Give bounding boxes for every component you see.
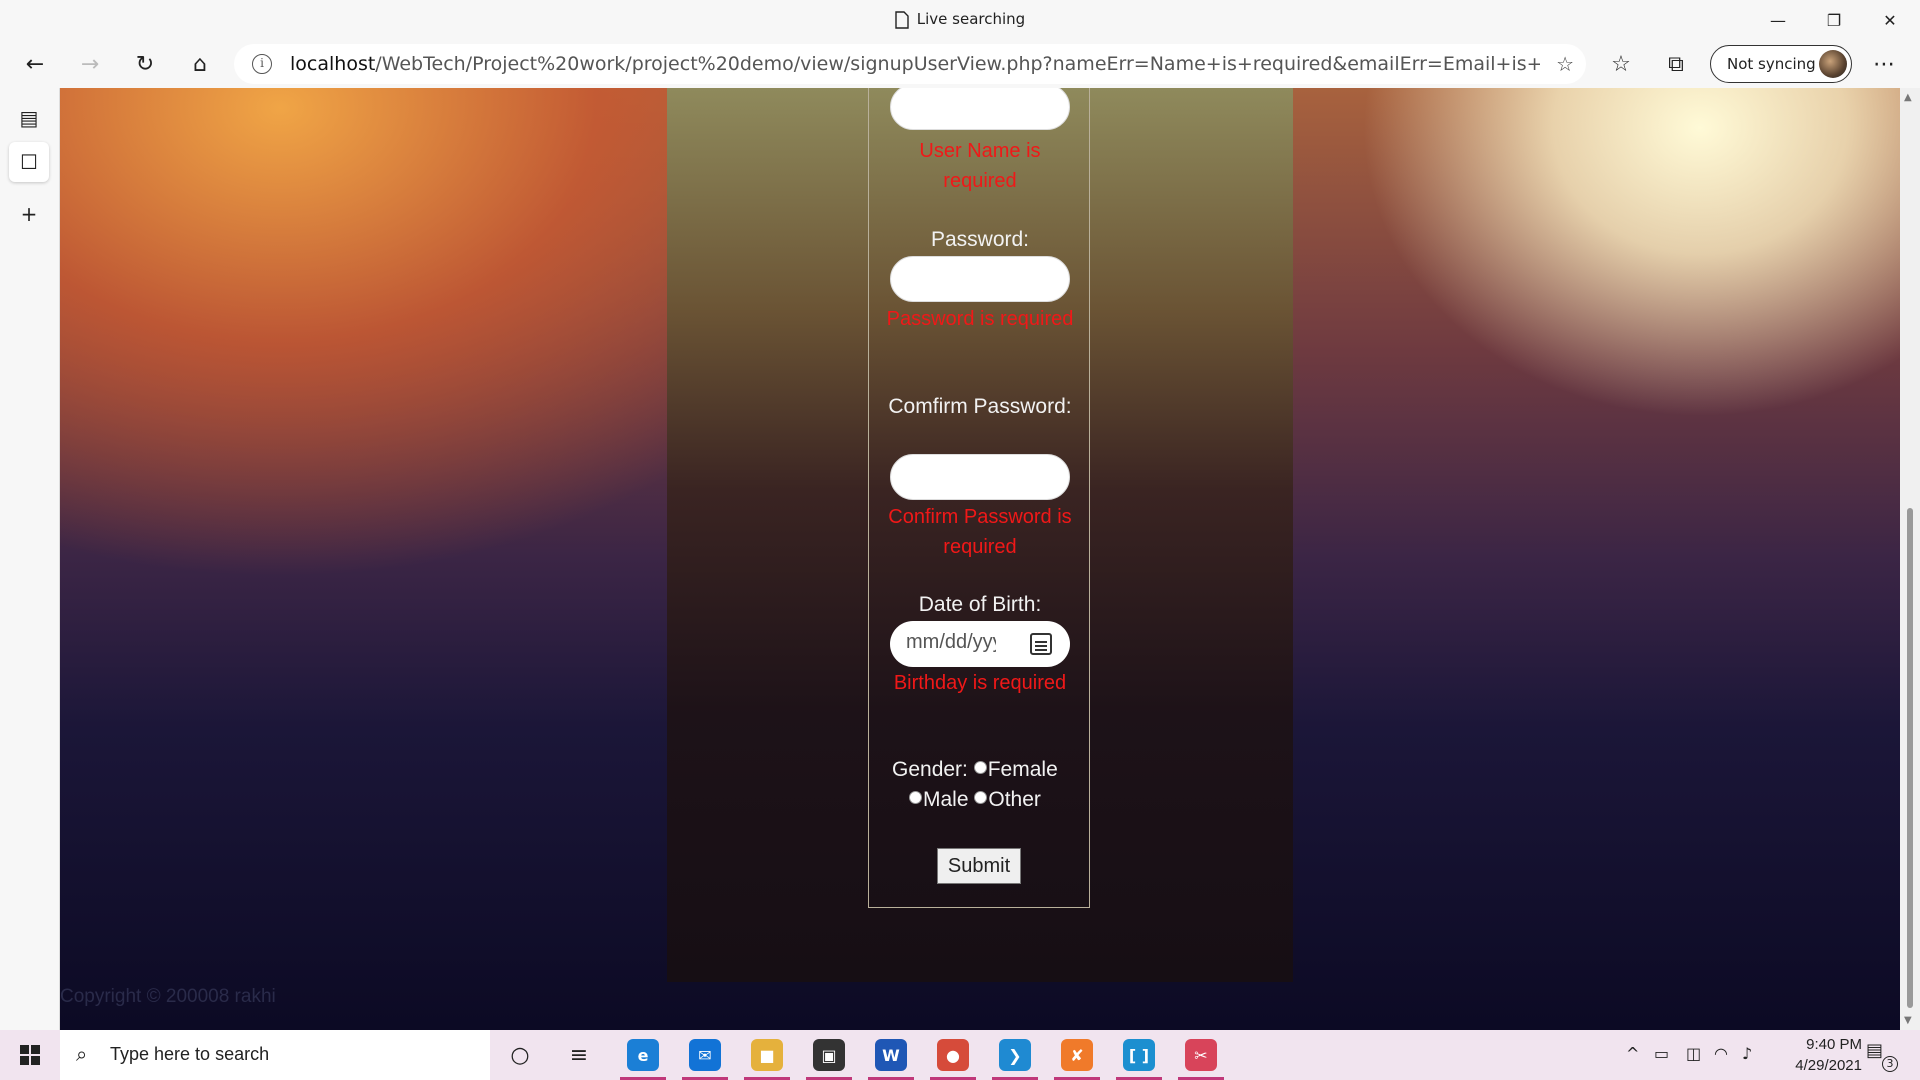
address-bar[interactable]: i localhost/WebTech/Project%20work/proje… [234,44,1586,84]
gender-option-other: Other [988,788,1041,811]
radio-other[interactable] [974,791,988,804]
window-title-text: Live searching [916,10,1026,28]
chrome-icon: ● [937,1039,969,1071]
minimize-button[interactable]: — [1750,0,1806,40]
snip-icon: ✂ [1185,1039,1217,1071]
search-icon: ⌕ [76,1042,88,1066]
wifi-icon[interactable]: ◠ [1714,1044,1728,1063]
dob-input[interactable]: mm/dd/yyyy [890,621,1070,667]
xampp-icon: ✘ [1061,1039,1093,1071]
store-icon: ▣ [813,1039,845,1071]
taskbar-app-snip[interactable]: ✂ [1178,1034,1224,1080]
radio-female[interactable] [973,761,987,774]
gender-row-2: Male Other [909,788,1041,812]
taskbar-app-xampp[interactable]: ✘ [1054,1034,1100,1080]
word-icon: W [875,1039,907,1071]
page-viewport: User Name is required Password: Password… [60,88,1900,1030]
taskbar-app-word[interactable]: W [868,1034,914,1080]
clock-date: 4/29/2021 [1795,1057,1862,1074]
taskbar-app-mail[interactable]: ✉ [682,1034,728,1080]
sync-label: Not syncing [1727,55,1816,73]
window-title: Live searching [0,10,1920,29]
volume-icon[interactable]: ♪ [1742,1044,1752,1063]
copyright-footer: Copyright © 200008 rakhi [60,986,276,1007]
windows-logo-icon [20,1045,29,1054]
tray-chevron-icon[interactable]: ^ [1626,1044,1639,1063]
avatar [1819,50,1847,78]
profile-sync-button[interactable]: Not syncing [1710,45,1852,83]
tab-actions-icon[interactable]: ▤ [9,98,49,138]
confirm-password-input[interactable] [890,454,1070,500]
close-button[interactable]: ✕ [1862,0,1918,40]
vscode-icon: ❯ [999,1039,1031,1071]
home-button[interactable]: ⌂ [180,44,220,84]
taskbar-app-edge[interactable]: e [620,1034,666,1080]
edge-icon: e [627,1039,659,1071]
url-host: localhost [290,53,376,75]
meet-now-icon[interactable]: ◫ [1686,1044,1701,1063]
url-path: /WebTech/Project%20work/project%20demo/v… [375,53,1540,75]
more-menu-button[interactable]: ⋯ [1864,44,1904,84]
windows-logo-part [20,1056,29,1065]
page-scrollbar[interactable]: ▲ ▼ [1900,88,1920,1030]
confirm-password-label: Comfirm Password: [888,395,1072,418]
navigation-bar: ← → ↻ ⌂ i localhost/WebTech/Project%20wo… [0,40,1920,88]
scroll-down-icon[interactable]: ▼ [1904,1015,1912,1026]
taskbar: ⌕ Type here to search ○ ≡ e ✉ ■ ▣ W ● ❯ ✘ [ ] ✂ ^… [0,1030,1920,1080]
taskbar-app-app-bracket[interactable]: [ ] [1116,1034,1162,1080]
restore-button[interactable]: ❐ [1806,0,1862,40]
confirm-password-error: Confirm Password is required [888,506,1072,558]
windows-logo-part [31,1056,40,1065]
page-icon [895,10,909,29]
title-bar: Live searching — ❐ ✕ [0,0,1920,40]
calendar-icon[interactable] [1030,633,1052,655]
password-error: Password is required [886,308,1074,330]
gender-label: Gender: [892,758,968,781]
taskbar-app-vscode[interactable]: ❯ [992,1034,1038,1080]
favorites-button[interactable]: ☆ [1601,44,1641,84]
username-error: User Name is required [919,140,1041,192]
start-button[interactable] [10,1040,50,1070]
vertical-tabs-sidebar: ▤ ☐ + [0,88,60,1030]
clock[interactable]: 9:40 PM 4/29/2021 [1762,1034,1862,1076]
password-input[interactable] [890,256,1070,302]
gender-row-1: Gender: Female [892,758,1058,782]
back-button[interactable]: ← [15,44,55,84]
gender-option-female: Female [987,758,1058,781]
info-icon[interactable]: i [252,54,272,74]
clock-time: 9:40 PM [1806,1036,1862,1053]
battery-icon[interactable]: ▭ [1654,1044,1669,1063]
add-favorite-icon[interactable]: ☆ [1556,52,1574,76]
taskbar-app-chrome[interactable]: ● [930,1034,976,1080]
forward-button[interactable]: → [70,44,110,84]
mail-icon: ✉ [689,1039,721,1071]
new-tab-button[interactable]: + [9,194,49,234]
password-label: Password: [930,228,1030,251]
refresh-button[interactable]: ↻ [125,44,165,84]
collections-button[interactable]: ⧉ [1656,44,1696,84]
gender-option-male: Male [923,788,969,811]
scroll-up-icon[interactable]: ▲ [1904,92,1912,103]
notification-count: 3 [1882,1056,1898,1072]
taskbar-search[interactable]: ⌕ Type here to search [60,1030,490,1080]
app-bracket-icon: [ ] [1123,1039,1155,1071]
cortana-icon[interactable]: ○ [503,1038,537,1072]
dob-label: Date of Birth: [918,593,1042,616]
current-tab-icon[interactable]: ☐ [9,142,49,182]
dob-error: Birthday is required [893,672,1067,694]
notification-center-icon[interactable]: ▤ 3 [1866,1040,1898,1072]
submit-button[interactable]: Submit [937,848,1021,884]
windows-logo-part [31,1045,40,1054]
dob-placeholder: mm/dd/yyyy [906,631,996,653]
radio-male[interactable] [909,791,922,804]
url-text[interactable]: localhost/WebTech/Project%20work/project… [290,53,1540,75]
taskbar-app-store[interactable]: ▣ [806,1034,852,1080]
scroll-thumb[interactable] [1907,508,1913,1008]
username-input[interactable] [890,88,1070,130]
task-view-icon[interactable]: ≡ [562,1038,596,1072]
taskbar-app-file-explorer[interactable]: ■ [744,1034,790,1080]
search-placeholder: Type here to search [110,1044,270,1064]
file-explorer-icon: ■ [751,1039,783,1071]
